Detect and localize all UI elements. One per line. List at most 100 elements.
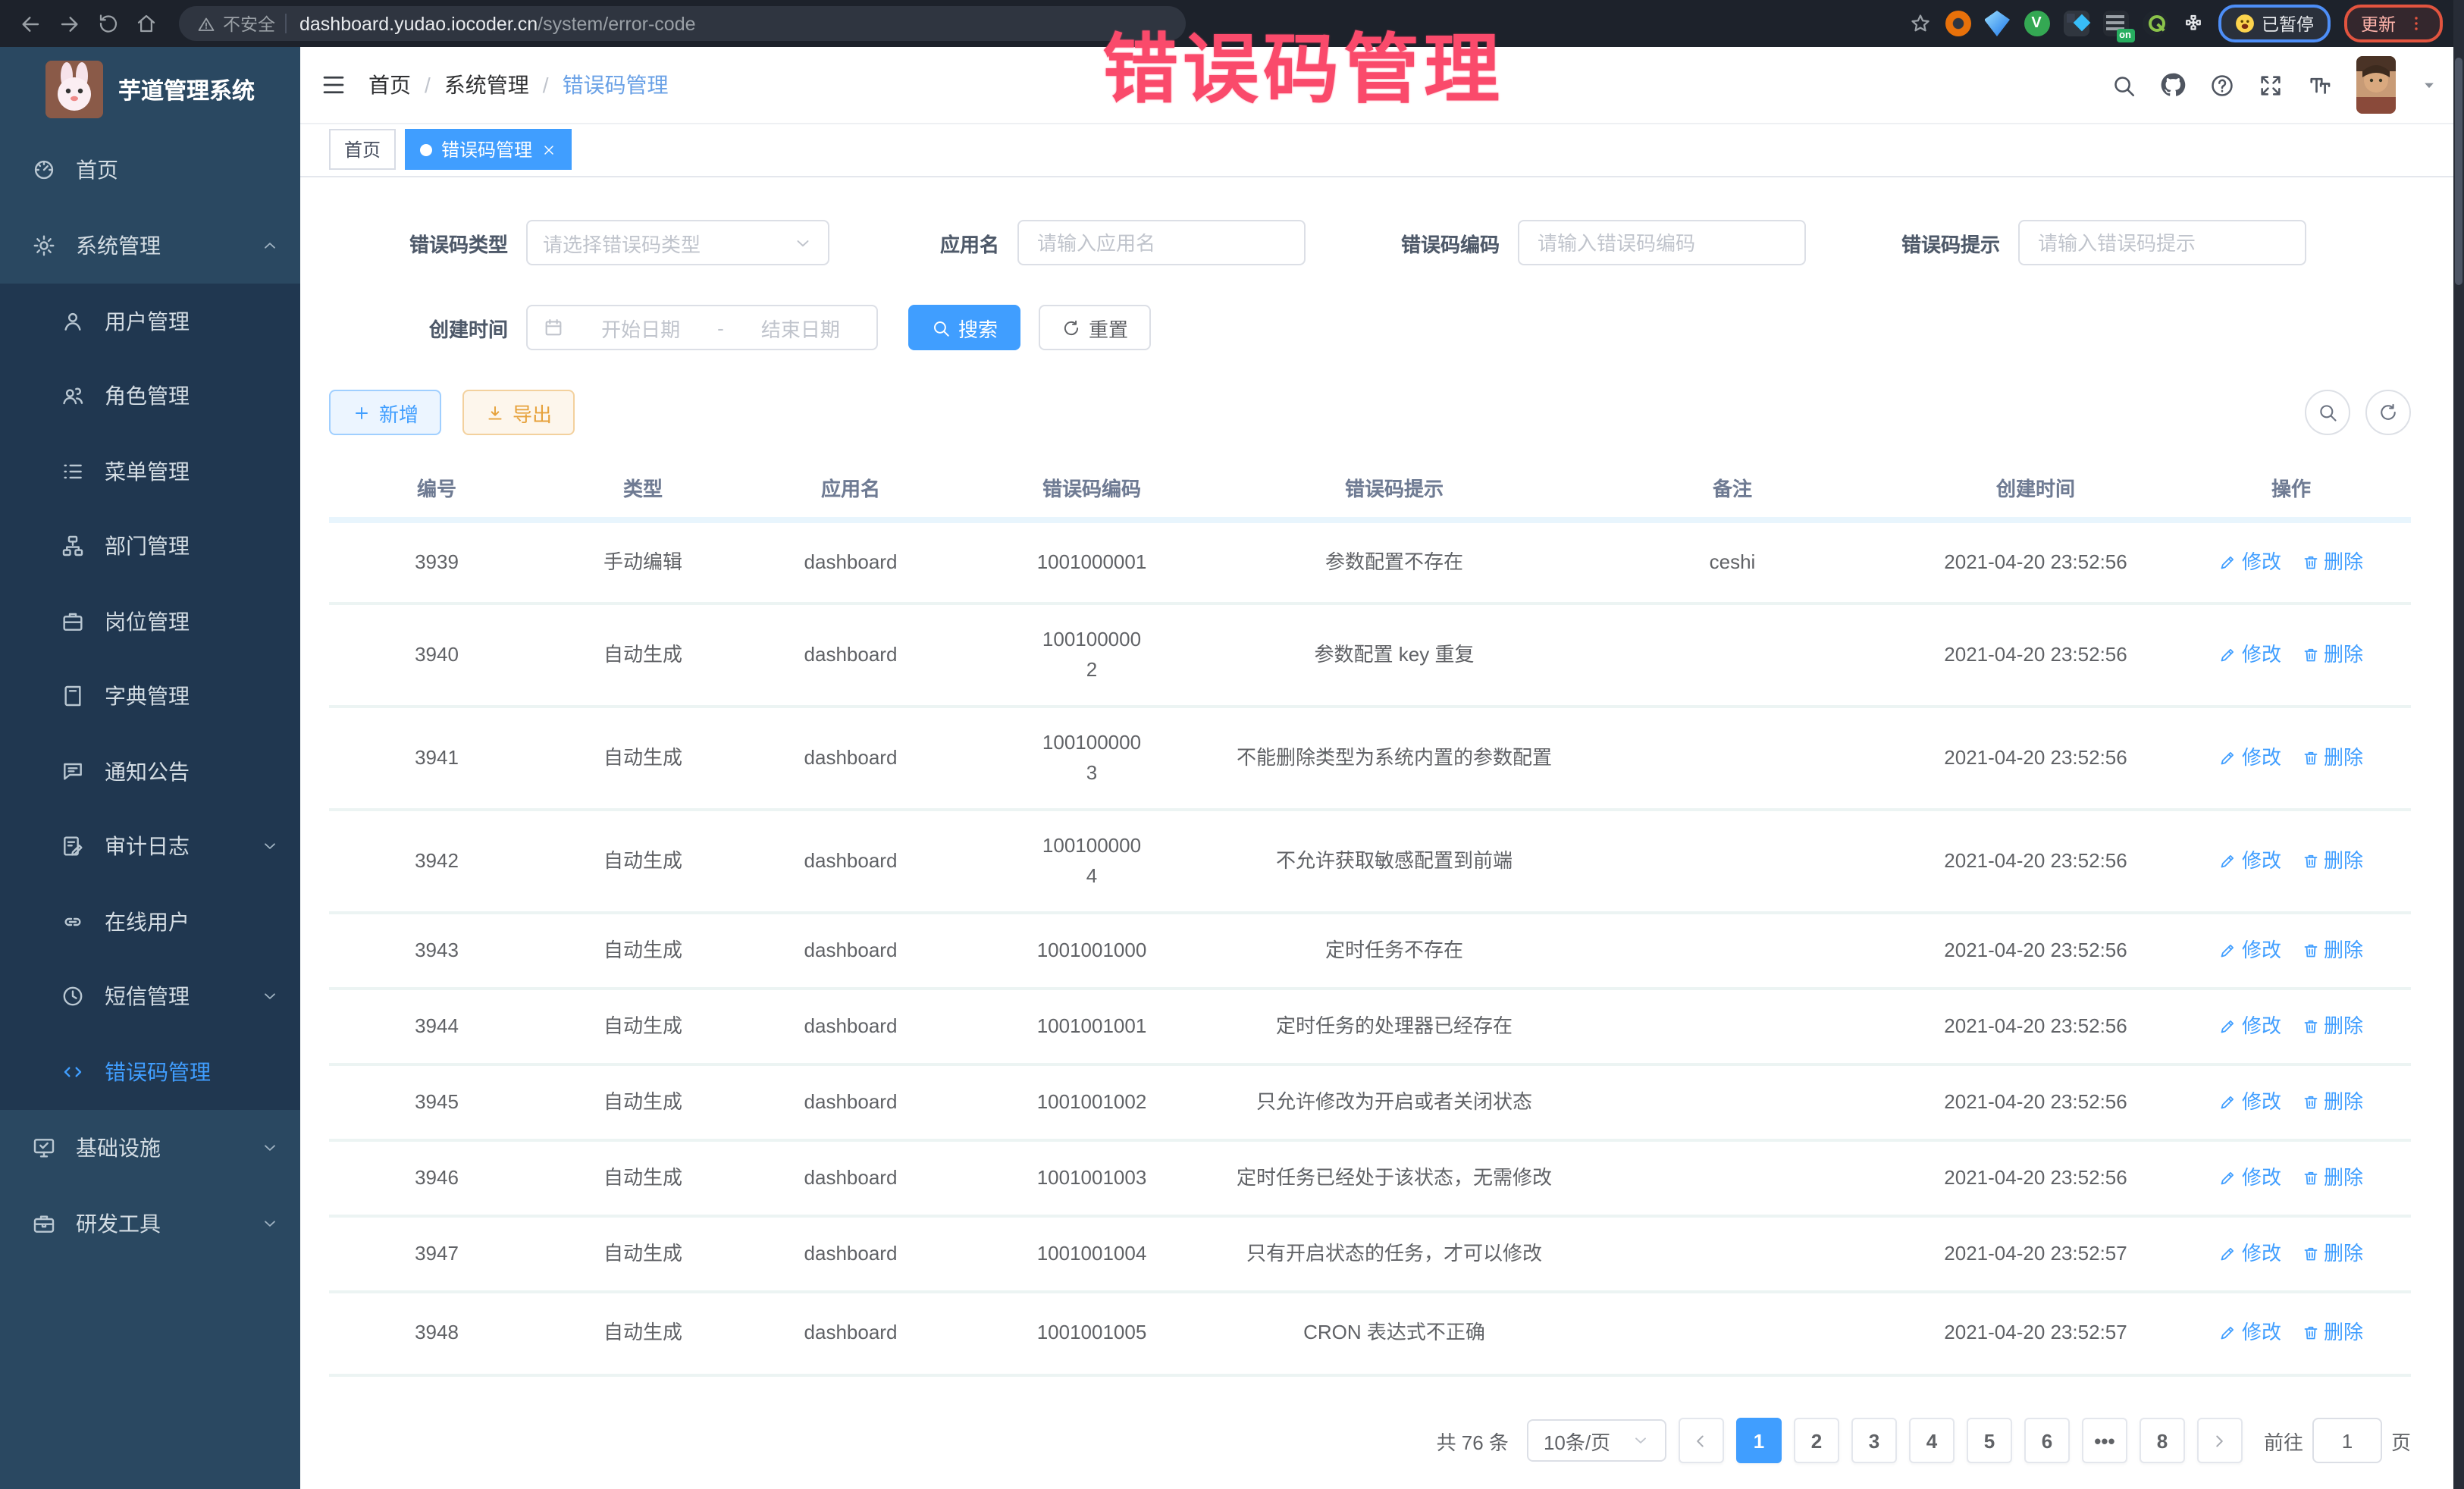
edit-link[interactable]: 修改 [2219,1087,2281,1118]
delete-link[interactable]: 删除 [2301,743,2363,773]
sidebar-item-用户管理[interactable]: 用户管理 [0,284,300,359]
prev-page-button[interactable] [1679,1418,1724,1463]
font-size-icon[interactable] [2306,71,2334,99]
update-button[interactable]: 更新 [2344,5,2443,42]
sidebar-item-首页[interactable]: 首页 [0,132,300,208]
edit-link[interactable]: 修改 [2219,846,2281,876]
delete-link[interactable]: 删除 [2301,1011,2363,1042]
user-avatar[interactable] [2356,56,2396,114]
search-button[interactable]: 搜索 [908,305,1020,350]
extension-squares-icon[interactable] [2063,11,2089,36]
delete-link[interactable]: 删除 [2301,547,2363,578]
edit-link[interactable]: 修改 [2219,1318,2281,1349]
sidebar-item-菜单管理[interactable]: 菜单管理 [0,434,300,509]
sidebar-item-基础设施[interactable]: 基础设施 [0,1109,300,1185]
table-row[interactable]: 3947自动生成dashboard1001001004只有开启状态的任务，才可以… [329,1218,2411,1293]
page-button-4[interactable]: 4 [1909,1418,1955,1463]
delete-link[interactable]: 删除 [2301,1318,2363,1349]
table-row[interactable]: 3939手动编辑dashboard1001000001参数配置不存在ceshi2… [329,523,2411,605]
extension-list-icon[interactable]: on [2102,11,2128,36]
extensions-puzzle-icon[interactable] [2181,12,2204,35]
page-button-1[interactable]: 1 [1736,1418,1782,1463]
table-row[interactable]: 3946自动生成dashboard1001001003定时任务已经处于该状态，无… [329,1142,2411,1218]
sidebar-item-角色管理[interactable]: 角色管理 [0,359,300,434]
edit-link[interactable]: 修改 [2219,936,2281,966]
edit-link[interactable]: 修改 [2219,1011,2281,1042]
more-pages-button[interactable]: ••• [2082,1418,2127,1463]
sidebar-item-研发工具[interactable]: 研发工具 [0,1185,300,1261]
sidebar-item-审计日志[interactable]: 审计日志 [0,809,300,884]
scrollbar-thumb[interactable] [2455,58,2462,285]
error-code-input[interactable] [1535,230,1789,255]
app-name-field[interactable] [1017,220,1306,265]
page-button-6[interactable]: 6 [2024,1418,2070,1463]
edit-link[interactable]: 修改 [2219,1163,2281,1193]
help-icon[interactable] [2209,72,2235,98]
sidebar-item-系统管理[interactable]: 系统管理 [0,208,300,284]
url-path[interactable]: /system/error-code [538,13,695,34]
app-name-input[interactable] [1034,230,1289,255]
goto-page-input[interactable] [2312,1418,2382,1463]
error-hint-input[interactable] [2035,230,2290,255]
edit-link[interactable]: 修改 [2219,547,2281,578]
url-domain[interactable]: dashboard.yudao.iocoder.cn [299,13,538,34]
page-scrollbar[interactable] [2453,0,2464,1489]
table-row[interactable]: 3943自动生成dashboard1001001000定时任务不存在2021-0… [329,914,2411,990]
not-secure-label[interactable]: 不安全 [223,11,275,36]
fullscreen-icon[interactable] [2258,72,2284,98]
reset-button[interactable]: 重置 [1039,305,1151,350]
error-type-select[interactable]: 请选择错误码类型 [526,220,829,265]
delete-link[interactable]: 删除 [2301,846,2363,876]
breadcrumb-system[interactable]: 系统管理 [444,70,529,100]
sidebar-item-岗位管理[interactable]: 岗位管理 [0,584,300,659]
page-button-5[interactable]: 5 [1967,1418,2012,1463]
browser-menu-dots-icon[interactable] [2406,14,2426,33]
github-icon[interactable] [2159,71,2187,99]
avatar-caret-icon[interactable] [2419,74,2440,96]
tab-home[interactable]: 首页 [329,129,396,170]
page-button-3[interactable]: 3 [1851,1418,1897,1463]
paused-pill[interactable]: 已暂停 [2218,5,2331,42]
export-button[interactable]: 导出 [462,390,575,435]
page-button-8[interactable]: 8 [2140,1418,2185,1463]
tab-error-code[interactable]: 错误码管理 [405,129,572,170]
table-row[interactable]: 3941自动生成dashboard1001000003不能删除类型为系统内置的参… [329,708,2411,811]
sidebar-item-短信管理[interactable]: 短信管理 [0,959,300,1034]
app-logo-row[interactable]: 芋道管理系统 [0,47,300,132]
refresh-table-button[interactable] [2365,390,2411,435]
delete-link[interactable]: 删除 [2301,1239,2363,1269]
close-tab-icon[interactable] [541,142,556,157]
toggle-search-button[interactable] [2305,390,2350,435]
table-row[interactable]: 3945自动生成dashboard1001001002只允许修改为开启或者关闭状… [329,1066,2411,1142]
error-code-field[interactable] [1518,220,1806,265]
sidebar-item-部门管理[interactable]: 部门管理 [0,509,300,584]
date-range-picker[interactable]: 开始日期 - 结束日期 [526,305,878,350]
delete-link[interactable]: 删除 [2301,1163,2363,1193]
table-row[interactable]: 3940自动生成dashboard1001000002参数配置 key 重复20… [329,605,2411,708]
extension-orange-icon[interactable] [1945,11,1970,36]
edit-link[interactable]: 修改 [2219,1239,2281,1269]
table-row[interactable]: 3948自动生成dashboard1001001005CRON 表达式不正确20… [329,1293,2411,1377]
table-row[interactable]: 3942自动生成dashboard1001000004不允许获取敏感配置到前端2… [329,811,2411,914]
delete-link[interactable]: 删除 [2301,936,2363,966]
browser-back-icon[interactable] [18,11,42,36]
add-button[interactable]: 新增 [329,390,441,435]
sidebar-item-通知公告[interactable]: 通知公告 [0,734,300,809]
next-page-button[interactable] [2197,1418,2243,1463]
sidebar-item-字典管理[interactable]: 字典管理 [0,659,300,734]
error-hint-field[interactable] [2018,220,2306,265]
bookmark-star-icon[interactable] [1908,12,1931,35]
sidebar-item-错误码管理[interactable]: 错误码管理 [0,1034,300,1109]
breadcrumb-home[interactable]: 首页 [368,70,411,100]
delete-link[interactable]: 删除 [2301,1087,2363,1118]
extension-gem-icon[interactable] [1984,11,2010,36]
delete-link[interactable]: 删除 [2301,640,2363,670]
sidebar-item-在线用户[interactable]: 在线用户 [0,884,300,959]
collapse-sidebar-icon[interactable] [320,71,347,99]
browser-reload-icon[interactable] [97,12,120,35]
edit-link[interactable]: 修改 [2219,743,2281,773]
page-size-select[interactable]: 10条/页 [1527,1419,1666,1462]
browser-forward-icon[interactable] [58,11,82,36]
extension-v-icon[interactable]: V [2024,11,2049,36]
edit-link[interactable]: 修改 [2219,640,2281,670]
